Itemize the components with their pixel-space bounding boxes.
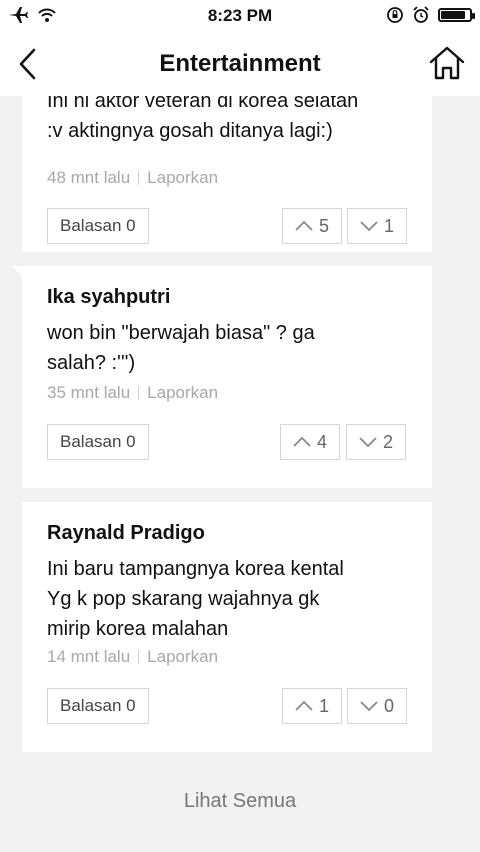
chevron-down-icon <box>360 221 378 232</box>
downvote-count: 2 <box>382 431 393 452</box>
comment-text: won bin "berwajah biasa" ? ga salah? :''… <box>47 322 315 374</box>
upvote-button[interactable]: 5 <box>282 208 342 244</box>
home-icon[interactable] <box>428 44 466 82</box>
downvote-count: 1 <box>383 215 394 236</box>
upvote-button[interactable]: 1 <box>282 688 342 724</box>
status-bar: 8:23 PM <box>0 0 480 32</box>
comment-text: Ini baru tampangnya korea kental Yg k po… <box>47 558 344 640</box>
comment-meta: 14 mnt lalu Laporkan <box>47 647 218 667</box>
comment-meta: 35 mnt lalu Laporkan <box>47 383 218 403</box>
nav-bar: Entertainment <box>0 32 480 96</box>
alarm-icon <box>413 6 429 23</box>
see-all-link[interactable]: Lihat Semua <box>0 790 480 813</box>
comment-card: Ika syahputri won bin "berwajah biasa" ?… <box>12 266 432 488</box>
comment-text: Ini ni aktor veteran di korea selatan :v… <box>47 96 359 142</box>
downvote-button[interactable]: 0 <box>347 688 407 724</box>
downvote-button[interactable]: 2 <box>346 424 406 460</box>
upvote-button[interactable]: 4 <box>280 424 340 460</box>
meta-divider <box>138 171 140 185</box>
downvote-count: 0 <box>383 695 394 716</box>
comment-time: 14 mnt lalu <box>47 647 131 666</box>
upvote-count: 4 <box>316 431 327 452</box>
comment-author: Raynald Pradigo <box>47 522 205 544</box>
comment-card: Ini ni aktor veteran di korea selatan :v… <box>22 96 432 252</box>
comment-time: 35 mnt lalu <box>47 383 131 402</box>
chevron-up-icon <box>293 436 311 447</box>
report-link[interactable]: Laporkan <box>147 383 218 403</box>
card-notch <box>12 266 22 276</box>
comment-list[interactable]: Ini ni aktor veteran di korea selatan :v… <box>0 96 480 852</box>
downvote-button[interactable]: 1 <box>347 208 407 244</box>
reply-button[interactable]: Balasan 0 <box>47 688 149 724</box>
status-right <box>386 6 475 24</box>
battery-level <box>441 11 465 19</box>
rotation-lock-icon <box>387 7 403 23</box>
battery-icon <box>438 8 475 22</box>
meta-divider <box>138 650 140 664</box>
chevron-up-icon <box>295 700 313 711</box>
upvote-count: 1 <box>318 695 329 716</box>
report-link[interactable]: Laporkan <box>147 168 218 188</box>
comment-author: Ika syahputri <box>47 286 171 308</box>
comment-time: 48 mnt lalu <box>47 168 131 187</box>
reply-button[interactable]: Balasan 0 <box>47 208 149 244</box>
chevron-down-icon <box>360 701 378 712</box>
chevron-down-icon <box>359 437 377 448</box>
page-title: Entertainment <box>159 50 321 77</box>
report-link[interactable]: Laporkan <box>147 647 218 667</box>
comment-meta: 48 mnt lalu Laporkan <box>47 168 218 188</box>
meta-divider <box>138 386 140 400</box>
reply-button[interactable]: Balasan 0 <box>47 424 149 460</box>
upvote-count: 5 <box>318 215 329 236</box>
chevron-up-icon <box>295 220 313 231</box>
comment-card: Raynald Pradigo Ini baru tampangnya kore… <box>22 502 432 752</box>
